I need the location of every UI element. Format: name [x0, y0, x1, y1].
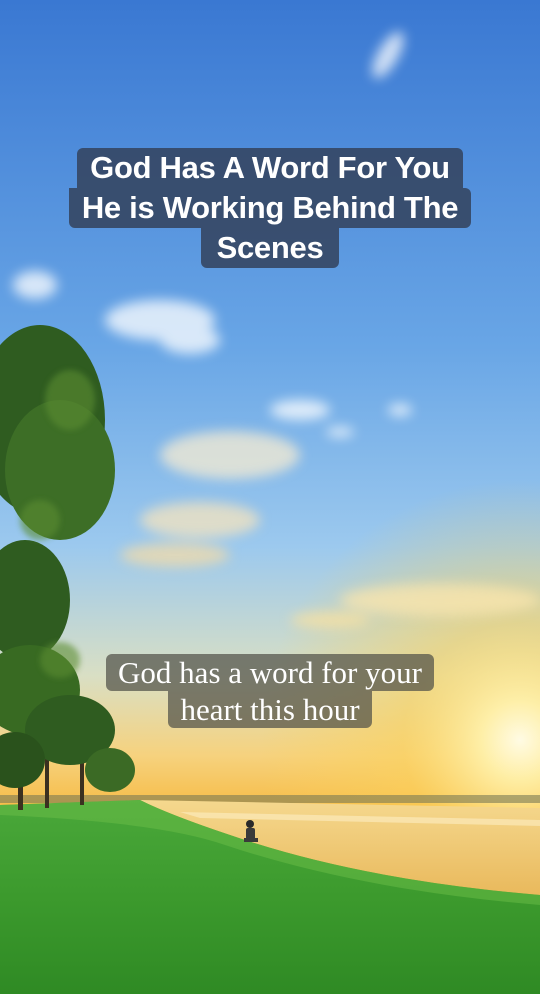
subtitle-line-2: heart this hour — [168, 691, 372, 728]
title-line-1: God Has A Word For You — [77, 148, 463, 188]
title-line-2: He is Working Behind The — [68, 188, 472, 228]
video-title-caption: God Has A Word For You He is Working Beh… — [0, 148, 540, 268]
video-subtitle-caption: God has a word for your heart this hour — [0, 654, 540, 728]
video-frame[interactable]: God Has A Word For You He is Working Beh… — [0, 0, 540, 994]
title-line-3: Scenes — [200, 228, 340, 268]
subtitle-line-1: God has a word for your — [106, 654, 434, 691]
